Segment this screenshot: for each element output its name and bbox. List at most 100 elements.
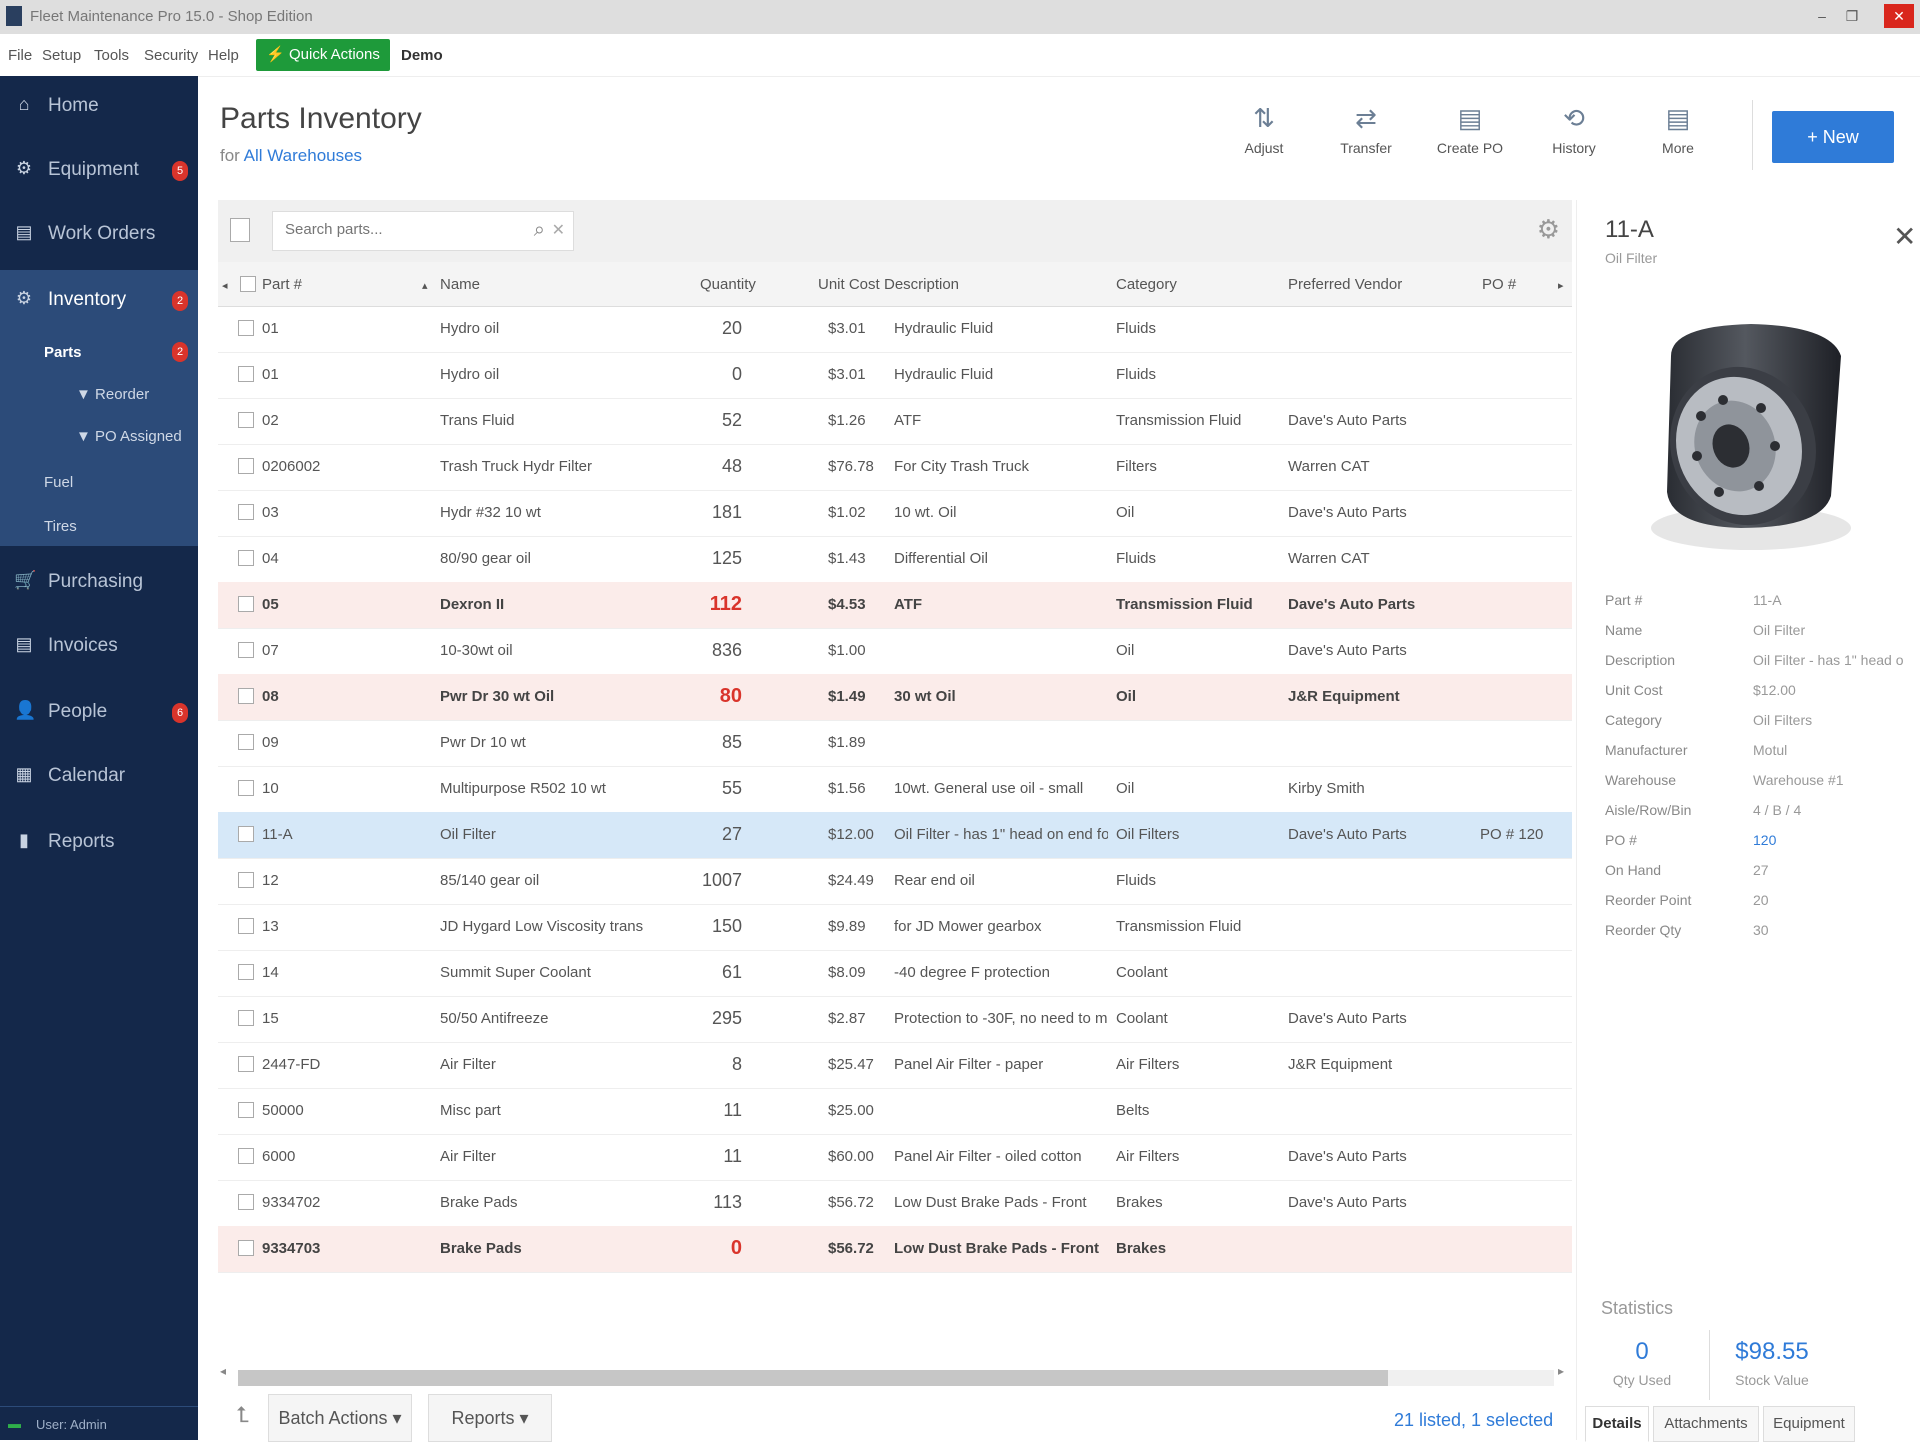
sidebar-item-equipment[interactable]: ⚙ Equipment 5 [0,144,198,196]
table-row[interactable]: 13 JD Hygard Low Viscosity trans 150 $9.89 f… [218,904,1572,951]
scroll-left-arrow[interactable]: ◂ [220,1364,226,1378]
menu-file[interactable]: File [8,47,32,64]
sidebar-item-purchasing[interactable]: 🛒 Purchasing [0,556,198,608]
sidebar-item-calendar[interactable]: ▦ Calendar [0,750,198,802]
sidebar-filter-reorder[interactable]: ▼ Reorder [76,386,149,403]
row-checkbox[interactable] [238,1102,254,1118]
table-row[interactable]: 02 Trans Fluid 52 $1.26 ATF Transmission Flui… [218,398,1572,445]
tab-equipment[interactable]: Equipment [1763,1406,1855,1442]
row-checkbox[interactable] [238,1010,254,1026]
row-checkbox[interactable] [238,550,254,566]
sidebar-item-people[interactable]: 👤 People 6 [0,686,198,738]
sidebar-item-invoices[interactable]: ▤ Invoices [0,620,198,672]
table-row[interactable]: 14 Summit Super Coolant 61 $8.09 -40 degree … [218,950,1572,997]
table-row[interactable]: 09 Pwr Dr 10 wt 85 $1.89 [218,720,1572,767]
table-row[interactable]: 05 Dexron II 112 $4.53 ATF Transmission Fluid… [218,582,1572,629]
column-po[interactable]: PO # [1482,276,1516,293]
restore-button[interactable]: ❐ [1840,4,1864,28]
table-row[interactable]: 10 Multipurpose R502 10 wt 55 $1.56 10wt. Ge… [218,766,1572,813]
menu-security[interactable]: Security [144,47,198,64]
gear-icon[interactable]: ⚙ [1537,214,1560,245]
row-checkbox[interactable] [238,872,254,888]
table-row[interactable]: 50000 Misc part 11 $25.00 Belts [218,1088,1572,1135]
sidebar-item-work-orders[interactable]: ▤ Work Orders [0,208,198,260]
adjust-button[interactable]: ⇅ Adjust [1228,100,1300,164]
row-checkbox[interactable] [238,780,254,796]
sidebar-sub-fuel[interactable]: Fuel [44,474,73,491]
row-checkbox[interactable] [238,596,254,612]
row-checkbox[interactable] [238,1194,254,1210]
history-button[interactable]: ⟲ History [1538,100,1610,164]
minimize-button[interactable]: – [1810,4,1834,28]
column-unit-cost[interactable]: Unit Cost [818,276,880,293]
sidebar-item-home[interactable]: ⌂ Home [0,80,198,132]
batch-actions-button[interactable]: Batch Actions ▾ [268,1394,412,1442]
clear-search-icon[interactable]: ✕ [552,220,565,240]
select-all-checkbox[interactable] [240,276,256,292]
table-row[interactable]: 04 80/90 gear oil 125 $1.43 Differential Oil… [218,536,1572,583]
tab-attachments[interactable]: Attachments [1653,1406,1759,1442]
sidebar-sub-parts[interactable]: Parts [44,344,82,361]
column-quantity[interactable]: Quantity [700,276,756,293]
row-checkbox[interactable] [238,964,254,980]
search-input[interactable] [283,220,517,239]
table-row[interactable]: 01 Hydro oil 20 $3.01 Hydraulic Fluid Fluids [218,306,1572,353]
table-row[interactable]: 6000 Air Filter 11 $60.00 Panel Air Filter -… [218,1134,1572,1181]
menu-setup[interactable]: Setup [42,47,81,64]
table-row[interactable]: 0206002 Trash Truck Hydr Filter 48 $76.78 Fo… [218,444,1572,491]
transfer-button[interactable]: ⇄ Transfer [1330,100,1402,164]
sidebar-filter-po-assigned[interactable]: ▼ PO Assigned [76,428,182,445]
close-window-button[interactable]: ✕ [1884,4,1914,28]
table-row[interactable]: 08 Pwr Dr 30 wt Oil 80 $1.49 30 wt Oil Oil J&R… [218,674,1572,721]
close-icon[interactable]: ✕ [1893,220,1916,253]
row-checkbox[interactable] [238,412,254,428]
warehouse-link[interactable]: All Warehouses [244,146,362,165]
table-row[interactable]: 07 10-30wt oil 836 $1.00 Oil Dave's Auto Part… [218,628,1572,675]
table-row[interactable]: 9334703 Brake Pads 0 $56.72 Low Dust Brake P… [218,1226,1572,1273]
row-checkbox[interactable] [238,734,254,750]
property-value[interactable]: 120 [1753,832,1776,848]
row-checkbox[interactable] [238,1056,254,1072]
table-row[interactable]: 01 Hydro oil 0 $3.01 Hydraulic Fluid Fluids [218,352,1572,399]
sidebar-item-inventory[interactable]: ⚙ Inventory 2 [0,274,198,326]
row-checkbox[interactable] [238,458,254,474]
column-part[interactable]: Part # [262,276,302,293]
sidebar-sub-tires[interactable]: Tires [44,518,77,535]
row-checkbox[interactable] [238,504,254,520]
table-row[interactable]: 9334702 Brake Pads 113 $56.72 Low Dust Brake… [218,1180,1572,1227]
scroll-thumb[interactable] [238,1370,1388,1386]
search-icon[interactable]: ⌕ [534,219,545,242]
table-row[interactable]: 2447-FD Air Filter 8 $25.47 Panel Air Filter… [218,1042,1572,1089]
create-po-button[interactable]: ▤ Create PO [1434,100,1506,164]
tab-details[interactable]: Details [1585,1406,1649,1442]
scroll-right-arrow[interactable]: ▸ [1558,1364,1564,1378]
column-name[interactable]: Name [440,276,480,293]
row-checkbox[interactable] [238,642,254,658]
more-button[interactable]: ▤ More [1642,100,1714,164]
new-part-button[interactable]: + New [1772,111,1894,163]
table-row[interactable]: 03 Hydr #32 10 wt 181 $1.02 10 wt. Oil Oil Dav… [218,490,1572,537]
row-checkbox[interactable] [238,320,254,336]
column-description[interactable]: Description [884,276,959,293]
menu-help[interactable]: Help [208,47,239,64]
row-checkbox[interactable] [238,1148,254,1164]
column-chooser-icon[interactable] [230,218,250,242]
sidebar-item-reports[interactable]: ▮ Reports [0,816,198,868]
cell-name: 50/50 Antifreeze [440,1010,549,1027]
row-checkbox[interactable] [238,826,254,842]
reports-button[interactable]: Reports ▾ [428,1394,552,1442]
row-checkbox[interactable] [238,1240,254,1256]
scroll-right-icon[interactable]: ▸ [1558,279,1564,292]
column-preferred-vendor[interactable]: Preferred Vendor [1288,276,1402,293]
quick-actions-button[interactable]: ⚡ Quick Actions [256,39,390,71]
column-category[interactable]: Category [1116,276,1177,293]
up-arrow-icon[interactable]: ⮤ [236,1402,249,1428]
table-row[interactable]: 15 50/50 Antifreeze 295 $2.87 Protection to … [218,996,1572,1043]
row-checkbox[interactable] [238,918,254,934]
row-checkbox[interactable] [238,688,254,704]
row-checkbox[interactable] [238,366,254,382]
menu-tools[interactable]: Tools [94,47,129,64]
table-row[interactable]: 12 85/140 gear oil 1007 $24.49 Rear end oil F… [218,858,1572,905]
table-row[interactable]: 11-A Oil Filter 27 $12.00 Oil Filter - has 1… [218,812,1572,859]
scroll-left-icon[interactable]: ◂ [222,279,228,292]
